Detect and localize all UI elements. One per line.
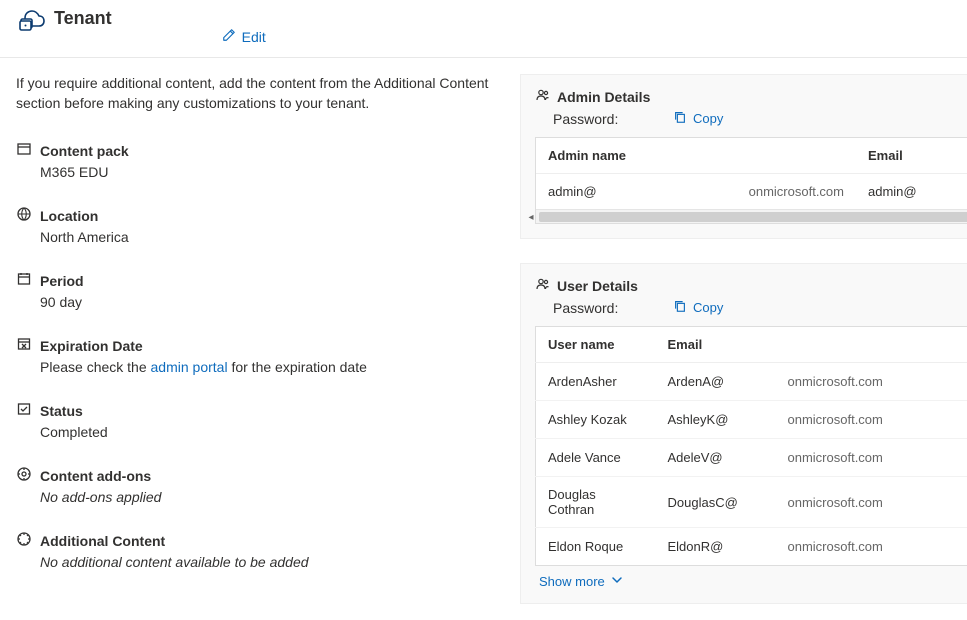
field-label: Location [40,208,98,224]
tenant-cloud-icon [16,6,46,37]
exp-prefix: Please check the [40,359,151,375]
user-email: ArdenA@ [656,363,776,401]
copy-label: Copy [693,300,723,315]
globe-icon [16,206,32,225]
pencil-icon [222,28,236,45]
show-more-button[interactable]: Show more [539,574,623,589]
copy-icon [673,299,687,316]
user-col-email: Email [656,327,967,363]
content-area: If you require additional content, add t… [0,58,967,620]
right-column: Admin Details Password: Copy Admin name … [520,74,967,604]
people-icon [535,87,551,106]
admin-name-domain: onmicrosoft.com [696,174,856,210]
edit-label: Edit [242,29,266,45]
page-header: Tenant Edit [0,6,967,58]
user-table: User name Email ArdenAsherArdenA@onmicro… [535,326,967,566]
field-value: 90 day [40,294,496,310]
table-row: ArdenAsherArdenA@onmicrosoft.comCopy [536,363,967,401]
admin-details-panel: Admin Details Password: Copy Admin name … [520,74,967,239]
table-row: Adele VanceAdeleV@onmicrosoft.comCopy [536,439,967,477]
status-icon [16,401,32,420]
page-title: Tenant [54,8,112,29]
user-domain: onmicrosoft.com [776,363,967,401]
admin-password-copy-button[interactable]: Copy [673,110,723,127]
admin-col-email: Email [856,138,967,174]
user-heading: User Details [557,278,638,294]
field-expiration: Expiration Date Please check the admin p… [16,336,496,375]
copy-icon [673,110,687,127]
additional-icon [16,531,32,550]
user-domain: onmicrosoft.com [776,477,967,528]
field-value: No add-ons applied [40,489,496,505]
user-name: Ashley Kozak [536,401,656,439]
field-value: Completed [40,424,496,440]
field-status: Status Completed [16,401,496,440]
user-domain: onmicrosoft.com [776,528,967,566]
people-icon [535,276,551,295]
admin-email: admin@ [856,174,967,210]
admin-table-container: Admin name Email admin@ onmicrosoft.com … [535,137,967,224]
field-label: Content add-ons [40,468,151,484]
user-name: ArdenAsher [536,363,656,401]
field-value: No additional content available to be ad… [40,554,496,570]
field-value: M365 EDU [40,164,496,180]
chevron-down-icon [611,574,623,589]
scroll-thumb[interactable] [539,212,967,222]
admin-row: admin@ onmicrosoft.com admin@ onmicrosof… [536,174,967,210]
calendar-x-icon [16,336,32,355]
field-content-pack: Content pack M365 EDU [16,141,496,180]
field-label: Period [40,273,84,289]
edit-button[interactable]: Edit [222,28,266,45]
field-location: Location North America [16,206,496,245]
admin-heading: Admin Details [557,89,650,105]
field-addons: Content add-ons No add-ons applied [16,466,496,505]
user-password-copy-button[interactable]: Copy [673,299,723,316]
table-row: Eldon RoqueEldonR@onmicrosoft.comCopy [536,528,967,566]
show-more-label: Show more [539,574,605,589]
field-label: Content pack [40,143,129,159]
user-password-label: Password: [553,300,673,316]
user-email: EldonR@ [656,528,776,566]
user-email: DouglasC@ [656,477,776,528]
admin-table-scrollbar[interactable]: ◂ ▸ [536,209,967,223]
user-name: Eldon Roque [536,528,656,566]
addon-icon [16,466,32,485]
field-value: Please check the admin portal for the ex… [40,359,496,375]
user-details-panel: User Details Password: Copy User name Em… [520,263,967,604]
user-name: Adele Vance [536,439,656,477]
user-email: AdeleV@ [656,439,776,477]
field-label: Status [40,403,83,419]
user-col-name: User name [536,327,656,363]
user-domain: onmicrosoft.com [776,401,967,439]
user-email: AshleyK@ [656,401,776,439]
admin-col-name: Admin name [536,138,856,174]
field-additional-content: Additional Content No additional content… [16,531,496,570]
field-label: Additional Content [40,533,165,549]
intro-text: If you require additional content, add t… [16,74,496,113]
user-name: Douglas Cothran [536,477,656,528]
package-icon [16,141,32,160]
table-row: Douglas CothranDouglasC@onmicrosoft.comC… [536,477,967,528]
copy-label: Copy [693,111,723,126]
left-column: If you require additional content, add t… [16,74,496,604]
admin-name: admin@ [536,174,696,210]
scroll-left-arrow[interactable]: ◂ [524,210,538,224]
admin-password-label: Password: [553,111,673,127]
table-row: Ashley KozakAshleyK@onmicrosoft.comCopy [536,401,967,439]
admin-portal-link[interactable]: admin portal [151,359,228,375]
admin-table: Admin name Email admin@ onmicrosoft.com … [536,138,967,209]
user-domain: onmicrosoft.com [776,439,967,477]
field-value: North America [40,229,496,245]
field-label: Expiration Date [40,338,143,354]
field-period: Period 90 day [16,271,496,310]
exp-suffix: for the expiration date [228,359,367,375]
calendar-icon [16,271,32,290]
